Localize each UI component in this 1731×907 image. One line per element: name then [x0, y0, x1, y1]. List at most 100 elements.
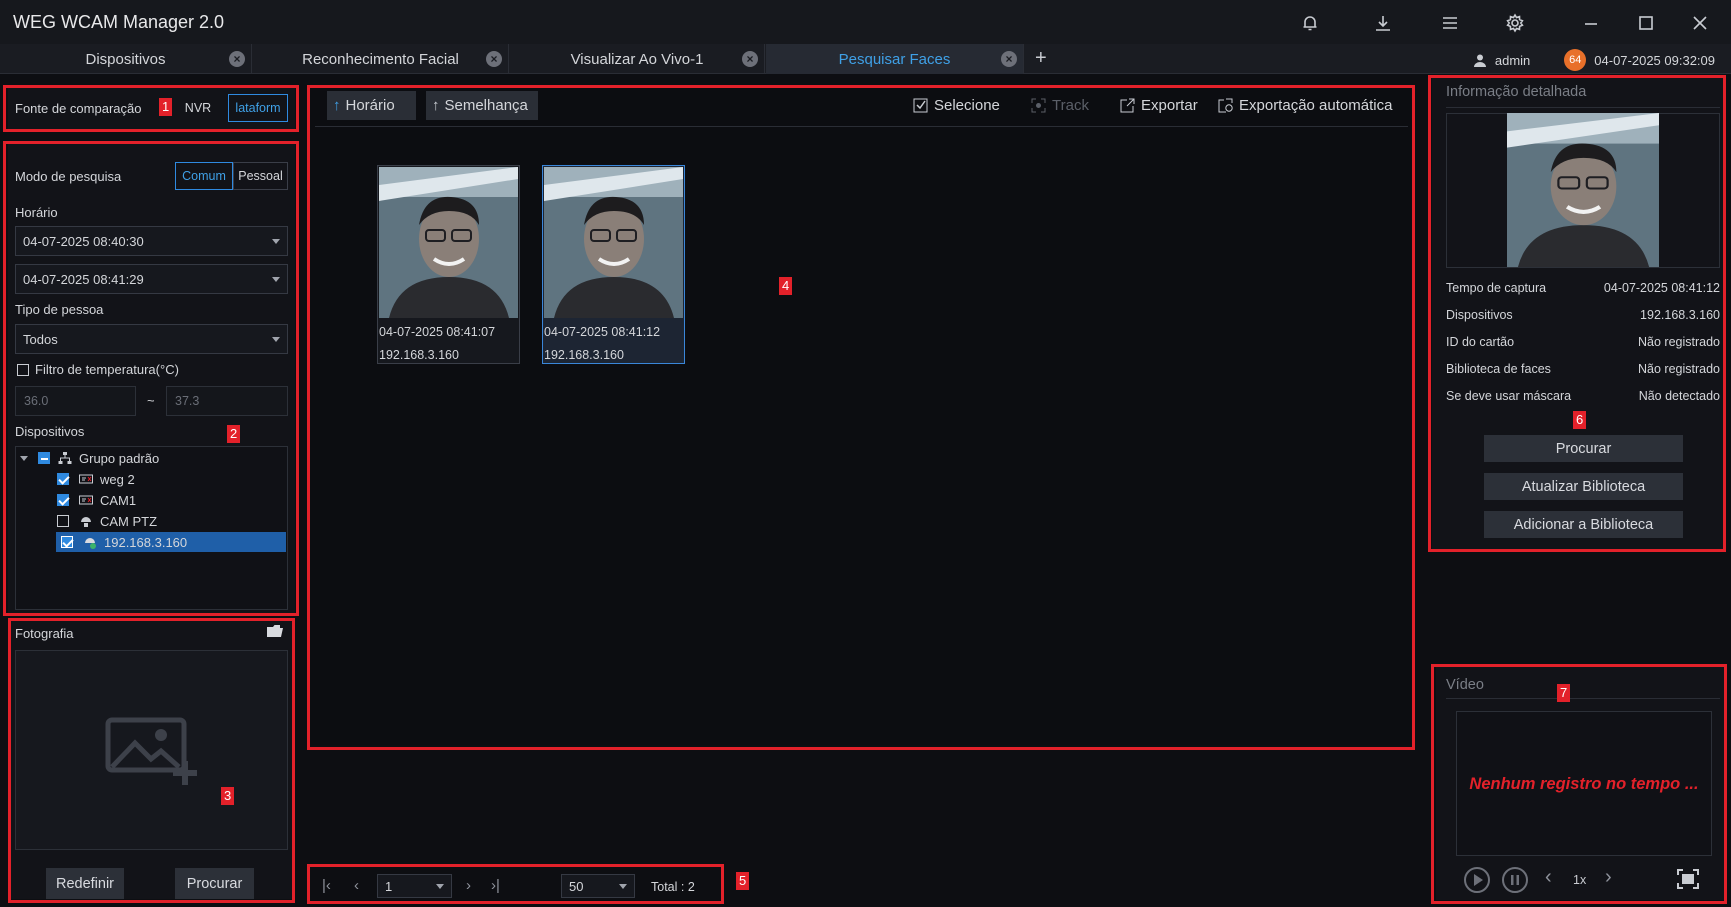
temp-filter-checkbox[interactable]: [17, 364, 29, 376]
maximize-icon[interactable]: [1633, 10, 1659, 36]
update-library-button[interactable]: Atualizar Biblioteca: [1484, 473, 1683, 500]
end-time-select[interactable]: 04-07-2025 08:41:29: [15, 264, 288, 294]
tab-dispositivos[interactable]: Dispositivos ×: [0, 44, 252, 74]
nvr-device-icon: [79, 474, 93, 484]
add-to-library-button[interactable]: Adicionar a Biblioteca: [1484, 511, 1683, 538]
group-tree-icon: [58, 452, 72, 464]
minimize-icon[interactable]: [1578, 10, 1604, 36]
auto-export-label: Exportação automática: [1239, 97, 1393, 114]
prev-page-icon[interactable]: ‹: [354, 877, 359, 894]
download-icon[interactable]: [1370, 10, 1396, 36]
add-image-icon[interactable]: [105, 715, 201, 787]
menu-icon[interactable]: [1437, 10, 1463, 36]
auto-export-icon: [1218, 98, 1233, 113]
tab-reconhecimento-facial[interactable]: Reconhecimento Facial ×: [253, 44, 509, 74]
device-label: CAM1: [100, 492, 137, 508]
export-icon: [1120, 98, 1135, 113]
device-label: CAM PTZ: [100, 513, 158, 529]
tab-pesquisar-faces[interactable]: Pesquisar Faces ×: [766, 44, 1024, 74]
face-result-card-selected[interactable]: 04-07-2025 08:41:12 192.168.3.160: [542, 165, 685, 364]
next-page-icon[interactable]: ›: [466, 877, 471, 894]
info-row-device: Dispositivos 192.168.3.160: [1446, 308, 1720, 324]
group-checkbox[interactable]: [38, 452, 50, 464]
info-value: Não registrado: [1638, 362, 1720, 376]
folder-open-icon[interactable]: [266, 624, 284, 638]
add-tab-icon[interactable]: +: [1035, 47, 1047, 70]
bell-icon[interactable]: [1297, 10, 1323, 36]
last-page-icon[interactable]: ›|: [491, 877, 500, 894]
tree-device-192-168-3-160[interactable]: 192.168.3.160: [56, 532, 286, 552]
tree-device-cam-ptz[interactable]: CAM PTZ: [57, 511, 286, 531]
sort-time-button[interactable]: ↑ Horário: [327, 91, 416, 120]
reset-button[interactable]: Redefinir: [46, 868, 124, 899]
photo-search-button[interactable]: Procurar: [175, 868, 254, 899]
fullscreen-icon[interactable]: [1677, 869, 1699, 889]
tab-close-icon[interactable]: ×: [1001, 51, 1017, 67]
info-row-face-library: Biblioteca de faces Não registrado: [1446, 362, 1720, 378]
title-bar: [0, 0, 1731, 44]
source-platform[interactable]: lataform: [228, 94, 288, 122]
toolbar-divider: [315, 126, 1408, 127]
device-checkbox[interactable]: [61, 536, 73, 548]
face-capture-time: 04-07-2025 08:41:07: [379, 325, 496, 339]
expand-icon[interactable]: [20, 455, 28, 461]
temp-min-input[interactable]: 36.0: [15, 386, 136, 416]
export-label: Exportar: [1141, 97, 1198, 114]
page-size-select[interactable]: 50: [561, 874, 635, 898]
user-icon: [1473, 54, 1486, 67]
faster-icon[interactable]: ›: [1605, 866, 1612, 889]
info-value: 192.168.3.160: [1640, 308, 1720, 322]
comparison-label: Fonte de comparação: [15, 101, 142, 116]
tree-group-row[interactable]: Grupo padrão: [20, 448, 286, 468]
tab-label: Reconhecimento Facial: [302, 50, 459, 68]
select-button[interactable]: Selecione: [913, 97, 1000, 114]
close-icon[interactable]: [1687, 10, 1713, 36]
info-label: Tempo de captura: [1446, 281, 1547, 295]
detail-search-button[interactable]: Procurar: [1484, 435, 1683, 462]
play-icon[interactable]: [1463, 866, 1491, 894]
device-checkbox[interactable]: [57, 494, 69, 506]
annotation-label-3: 3: [221, 787, 235, 805]
pause-icon[interactable]: [1501, 866, 1529, 894]
page-number-select[interactable]: 1: [377, 874, 452, 898]
notification-badge[interactable]: 64: [1564, 49, 1587, 71]
tab-close-icon[interactable]: ×: [229, 51, 245, 67]
face-result-card[interactable]: 04-07-2025 08:41:07 192.168.3.160: [377, 165, 520, 364]
track-button[interactable]: Track: [1031, 97, 1089, 114]
first-page-icon[interactable]: |‹: [322, 877, 331, 894]
device-checkbox[interactable]: [57, 473, 69, 485]
temp-max-input[interactable]: 37.3: [166, 386, 288, 416]
face-device-ip: 192.168.3.160: [379, 348, 459, 362]
person-type-select[interactable]: Todos: [15, 324, 288, 354]
devices-label: Dispositivos: [15, 424, 85, 439]
annotation-label-7: 7: [1557, 684, 1571, 702]
face-thumbnail: [379, 167, 518, 318]
temp-filter-label: Filtro de temperatura(°C): [35, 362, 179, 377]
video-divider: [1446, 698, 1720, 699]
tree-device-cam1[interactable]: CAM1: [57, 490, 286, 510]
user-name[interactable]: admin: [1495, 53, 1530, 68]
end-time-value: 04-07-2025 08:41:29: [23, 271, 144, 287]
info-row-card-id: ID do cartão Não registrado: [1446, 335, 1720, 351]
gear-icon[interactable]: [1502, 10, 1528, 36]
export-button[interactable]: Exportar: [1120, 97, 1198, 114]
track-label: Track: [1052, 97, 1089, 114]
start-time-select[interactable]: 04-07-2025 08:40:30: [15, 226, 288, 256]
info-value: Não detectado: [1638, 389, 1720, 403]
auto-export-button[interactable]: Exportação automática: [1218, 97, 1392, 114]
tab-close-icon[interactable]: ×: [742, 51, 758, 67]
time-label: Horário: [15, 205, 58, 220]
source-nvr[interactable]: NVR: [178, 94, 218, 122]
arrow-up-icon: ↑: [432, 97, 440, 114]
tab-close-icon[interactable]: ×: [486, 51, 502, 67]
tree-device-weg2[interactable]: weg 2: [57, 469, 286, 489]
slower-icon[interactable]: ‹: [1545, 866, 1552, 889]
sort-similarity-button[interactable]: ↑ Semelhança: [426, 91, 538, 120]
device-checkbox[interactable]: [57, 515, 69, 527]
info-row-mask: Se deve usar máscara Não detectado: [1446, 389, 1720, 405]
mode-pessoal[interactable]: Pessoal: [233, 162, 288, 190]
mode-comum[interactable]: Comum: [175, 162, 233, 190]
tab-visualizar-ao-vivo[interactable]: Visualizar Ao Vivo-1 ×: [510, 44, 765, 74]
track-icon: [1031, 98, 1046, 113]
sort-similarity-label: Semelhança: [444, 97, 528, 114]
